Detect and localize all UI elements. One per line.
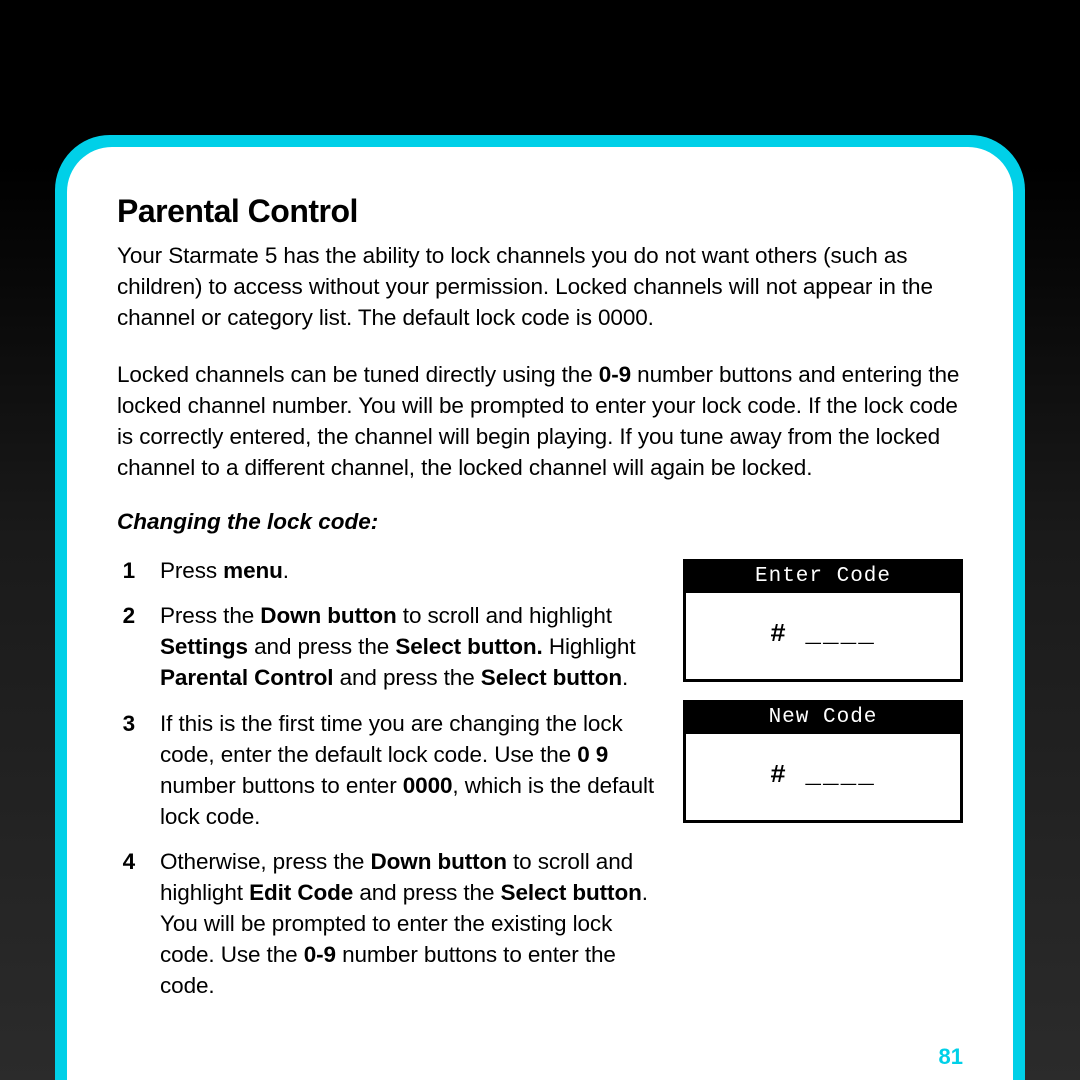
intro-paragraph-1: Your Starmate 5 has the ability to lock … [117,240,963,333]
step-text: Press menu. [160,555,655,586]
screen-header: New Code [686,703,960,734]
step-number: 3 [117,708,135,832]
page-number: 81 [939,1044,963,1070]
subheading-changing-lock-code: Changing the lock code: [117,509,963,535]
step-text: If this is the first time you are changi… [160,708,655,832]
step-text: Otherwise, press the Down button to scro… [160,846,655,1001]
step-2: 2 Press the Down button to scroll and hi… [117,600,655,693]
step-4: 4 Otherwise, press the Down button to sc… [117,846,655,1001]
screen-body: # ____ [686,593,960,679]
screen-header: Enter Code [686,562,960,593]
page-frame: Parental Control Your Starmate 5 has the… [55,135,1025,1080]
step-number: 4 [117,846,135,1001]
step-3: 3 If this is the first time you are chan… [117,708,655,832]
step-1: 1 Press menu. [117,555,655,586]
intro-paragraph-2: Locked channels can be tuned directly us… [117,359,963,483]
page-content: Parental Control Your Starmate 5 has the… [67,147,1013,1080]
steps-list: 1 Press menu. 2 Press the Down button to… [117,555,655,1015]
step-number: 1 [117,555,135,586]
screen-new-code: New Code # ____ [683,700,963,823]
screen-enter-code: Enter Code # ____ [683,559,963,682]
step-text: Press the Down button to scroll and high… [160,600,655,693]
steps-and-screens-row: 1 Press menu. 2 Press the Down button to… [117,555,963,1015]
page-title: Parental Control [117,193,963,230]
step-number: 2 [117,600,135,693]
device-screens: Enter Code # ____ New Code # ____ [683,555,963,841]
screen-body: # ____ [686,734,960,820]
